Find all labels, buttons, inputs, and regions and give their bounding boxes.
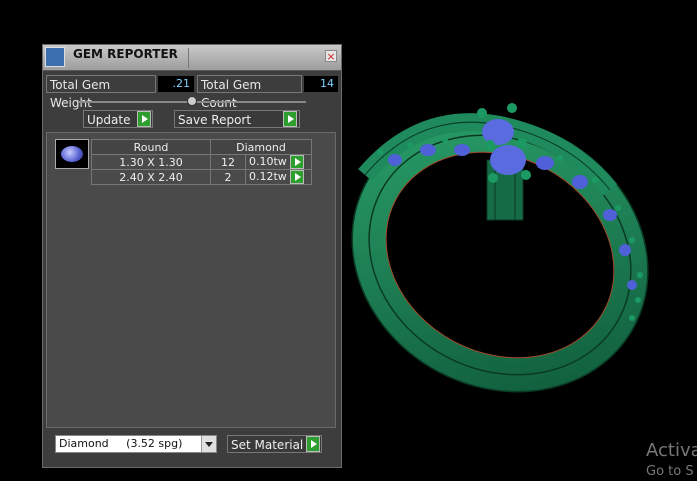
gem-stone-icon xyxy=(61,146,83,162)
gem-reporter-icon xyxy=(45,47,65,67)
shape-header: Round xyxy=(91,139,211,155)
table-row[interactable]: 2.40 X 2.40 2 0.12tw xyxy=(91,169,312,185)
round-gem-icon[interactable] xyxy=(55,139,89,169)
gem-reporter-panel: GEM REPORTER × Total Gem Weight .21 Tota… xyxy=(42,44,342,468)
total-gem-count-value: 14 xyxy=(304,76,338,92)
gem-count: 12 xyxy=(210,154,246,170)
gem-weight: 0.12tw xyxy=(249,170,287,183)
type-header: Diamond xyxy=(210,139,312,155)
close-icon[interactable]: × xyxy=(325,50,337,62)
gem-count: 2 xyxy=(210,169,246,185)
row-go-button[interactable] xyxy=(290,170,305,184)
gem-table: Round Diamond 1.30 X 1.30 12 0.10tw 2.40… xyxy=(91,139,312,185)
activation-watermark-sub: Go to S xyxy=(646,464,694,479)
total-gem-weight-label: Total Gem Weight xyxy=(46,75,156,110)
play-arrow-icon[interactable] xyxy=(290,170,305,184)
activation-watermark: Activa xyxy=(646,440,697,461)
chevron-down-icon[interactable] xyxy=(201,436,216,452)
gem-weight-cell: 0.12tw xyxy=(245,169,312,185)
title-bar[interactable]: GEM REPORTER × xyxy=(43,45,341,71)
play-arrow-icon[interactable] xyxy=(306,436,320,452)
material-selected-value: Diamond (3.52 spg) xyxy=(59,437,183,450)
title-divider xyxy=(188,48,189,68)
gem-list: Round Diamond 1.30 X 1.30 12 0.10tw 2.40… xyxy=(46,132,336,428)
gem-size: 1.30 X 1.30 xyxy=(91,154,211,170)
table-row[interactable]: 1.30 X 1.30 12 0.10tw xyxy=(91,154,312,170)
play-arrow-icon[interactable] xyxy=(137,111,151,127)
slider-handle[interactable] xyxy=(187,96,197,106)
gem-table-header: Round Diamond xyxy=(91,139,312,155)
gem-weight: 0.10tw xyxy=(249,155,287,168)
gem-size: 2.40 X 2.40 xyxy=(91,169,211,185)
save-report-button-label[interactable]: Save Report xyxy=(174,110,300,128)
total-gem-weight-value: .21 xyxy=(158,76,194,92)
material-dropdown[interactable]: Diamond (3.52 spg) xyxy=(55,435,217,453)
gem-weight-cell: 0.10tw xyxy=(245,154,312,170)
play-arrow-icon[interactable] xyxy=(283,111,297,127)
total-gem-count-label: Total Gem Count xyxy=(197,75,302,110)
play-arrow-icon[interactable] xyxy=(290,155,305,169)
window-title: GEM REPORTER xyxy=(73,47,178,61)
row-go-button[interactable] xyxy=(290,155,305,169)
